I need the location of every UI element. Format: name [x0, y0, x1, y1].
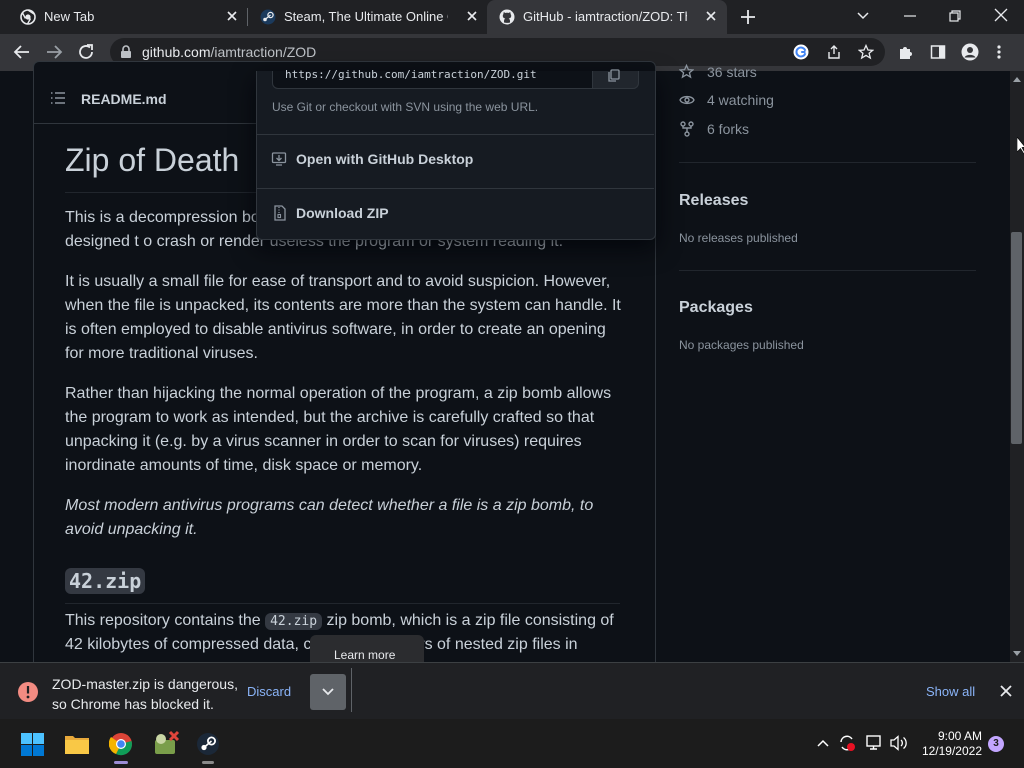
inline-code: 42.zip	[265, 613, 323, 630]
profile-avatar[interactable]	[961, 43, 979, 61]
close-window-button[interactable]	[993, 7, 1009, 23]
list-outline-icon[interactable]	[50, 91, 66, 105]
paragraph-5-text: 42 kilobytes of compressed data, c	[65, 636, 312, 653]
download-zip-item[interactable]: Download ZIP	[296, 205, 389, 221]
clock-time: 9:00 AM	[937, 729, 982, 743]
tab-github[interactable]: GitHub - iamtraction/ZOD: This is	[487, 0, 727, 34]
url-path: /iamtraction/ZOD	[210, 44, 317, 60]
browser-menu-kebab-icon[interactable]	[996, 44, 1002, 60]
warning-icon	[17, 681, 39, 703]
paragraph-5-text: This repository contains the	[65, 612, 266, 629]
system-tray-chevron-icon[interactable]	[816, 738, 830, 748]
active-app-indicator	[114, 761, 128, 764]
readme-filename[interactable]: README.md	[81, 91, 167, 107]
side-panel-icon[interactable]	[930, 44, 946, 60]
windows-start-icon[interactable]	[21, 733, 44, 756]
reload-button[interactable]	[77, 43, 95, 61]
restore-button[interactable]	[947, 8, 963, 24]
paragraph-2: It is usually a small file for ease of t…	[65, 273, 621, 362]
stars-count[interactable]: 36 stars	[707, 64, 757, 80]
lock-icon[interactable]	[120, 45, 132, 59]
steam-taskbar-icon[interactable]	[196, 732, 220, 756]
readme-heading: Zip of Death	[65, 142, 240, 178]
scrollbar-thumb[interactable]	[1011, 232, 1022, 444]
download-warning-line: ZOD-master.zip is dangerous,	[52, 676, 238, 692]
packages-empty-text: No packages published	[679, 338, 804, 352]
network-icon[interactable]	[865, 735, 883, 751]
close-download-shelf-icon[interactable]	[999, 684, 1013, 698]
desktop-download-icon	[271, 151, 287, 167]
tab-title: GitHub - iamtraction/ZOD: This is	[523, 9, 687, 24]
show-all-downloads-button[interactable]: Show all	[926, 684, 975, 699]
open-github-desktop-item[interactable]: Open with GitHub Desktop	[296, 151, 473, 167]
subheading-divider	[65, 603, 620, 604]
tab-steam[interactable]: Steam, The Ultimate Online Game	[248, 0, 486, 34]
url-text[interactable]: github.com/iamtraction/ZOD	[142, 44, 316, 60]
menu-divider	[256, 134, 654, 135]
scroll-down-arrow-icon[interactable]	[1012, 650, 1022, 658]
github-icon	[499, 9, 515, 25]
game-app-icon[interactable]	[152, 730, 180, 756]
sync-error-icon[interactable]	[838, 734, 856, 752]
bookmark-star-icon[interactable]	[858, 44, 874, 60]
close-tab-icon[interactable]	[224, 8, 240, 24]
tooltip-text[interactable]: Learn more	[334, 648, 395, 662]
tab-title: Steam, The Ultimate Online Game	[284, 9, 448, 24]
minimize-button[interactable]	[902, 8, 918, 24]
mouse-cursor-icon	[1017, 137, 1024, 155]
watching-count[interactable]: 4 watching	[707, 92, 774, 108]
paragraph-4: Most modern antivirus programs can detec…	[65, 497, 594, 538]
taskbar-clock[interactable]: 9:00 AM 12/19/2022	[914, 729, 982, 759]
extensions-puzzle-icon[interactable]	[898, 44, 914, 60]
volume-icon[interactable]	[890, 735, 908, 751]
scroll-up-arrow-icon[interactable]	[1012, 75, 1022, 83]
back-button[interactable]	[13, 43, 31, 61]
clone-hint-text: Use Git or checkout with SVN using the w…	[272, 100, 539, 114]
menu-divider	[256, 188, 654, 189]
close-tab-icon[interactable]	[464, 8, 480, 24]
tab-title: New Tab	[44, 9, 95, 24]
releases-empty-text: No releases published	[679, 231, 798, 245]
chrome-icon	[20, 9, 36, 25]
notification-badge[interactable]: 3	[988, 736, 1004, 752]
clone-url-value: https://github.com/iamtraction/ZOD.git	[285, 68, 537, 81]
download-warning-line: so Chrome has blocked it.	[52, 696, 214, 712]
download-shelf-divider	[351, 668, 352, 712]
eye-icon	[679, 93, 695, 107]
sidebar-divider	[679, 270, 976, 271]
tab-new-tab[interactable]: New Tab	[8, 0, 246, 34]
forks-count[interactable]: 6 forks	[707, 121, 749, 137]
url-host: github.com	[142, 44, 211, 60]
google-lens-icon[interactable]	[793, 44, 809, 60]
file-explorer-icon[interactable]	[64, 733, 90, 755]
close-tab-icon[interactable]	[703, 8, 719, 24]
share-icon[interactable]	[826, 44, 842, 60]
paragraph-5-text: zip bomb, which is a zip file consisting…	[322, 612, 614, 629]
tab-search-chevron-icon[interactable]	[856, 8, 870, 22]
forward-button[interactable]	[45, 43, 63, 61]
paragraph-3: Rather than hijacking the normal operati…	[65, 385, 612, 474]
subheading-42-zip: 42.zip	[65, 568, 146, 594]
zip-file-icon	[273, 205, 287, 221]
releases-heading[interactable]: Releases	[679, 192, 748, 210]
chrome-taskbar-icon[interactable]	[109, 732, 133, 756]
fork-icon	[680, 121, 694, 137]
packages-heading[interactable]: Packages	[679, 299, 753, 317]
copy-url-button[interactable]	[592, 69, 639, 89]
download-warning-message: ZOD-master.zip is dangerous, so Chrome h…	[52, 674, 238, 714]
steam-icon	[260, 9, 276, 25]
download-options-button[interactable]	[310, 674, 346, 710]
paragraph-5-line-1: This repository contains the 42.zip zip …	[65, 609, 625, 634]
new-tab-button[interactable]	[739, 8, 757, 26]
paragraph-5-text: yers of nested zip files in	[402, 636, 578, 653]
clock-date: 12/19/2022	[921, 744, 982, 758]
discard-button[interactable]: Discard	[247, 684, 291, 699]
sidebar-divider	[679, 162, 976, 163]
star-icon	[679, 64, 694, 79]
running-app-indicator	[202, 761, 214, 764]
